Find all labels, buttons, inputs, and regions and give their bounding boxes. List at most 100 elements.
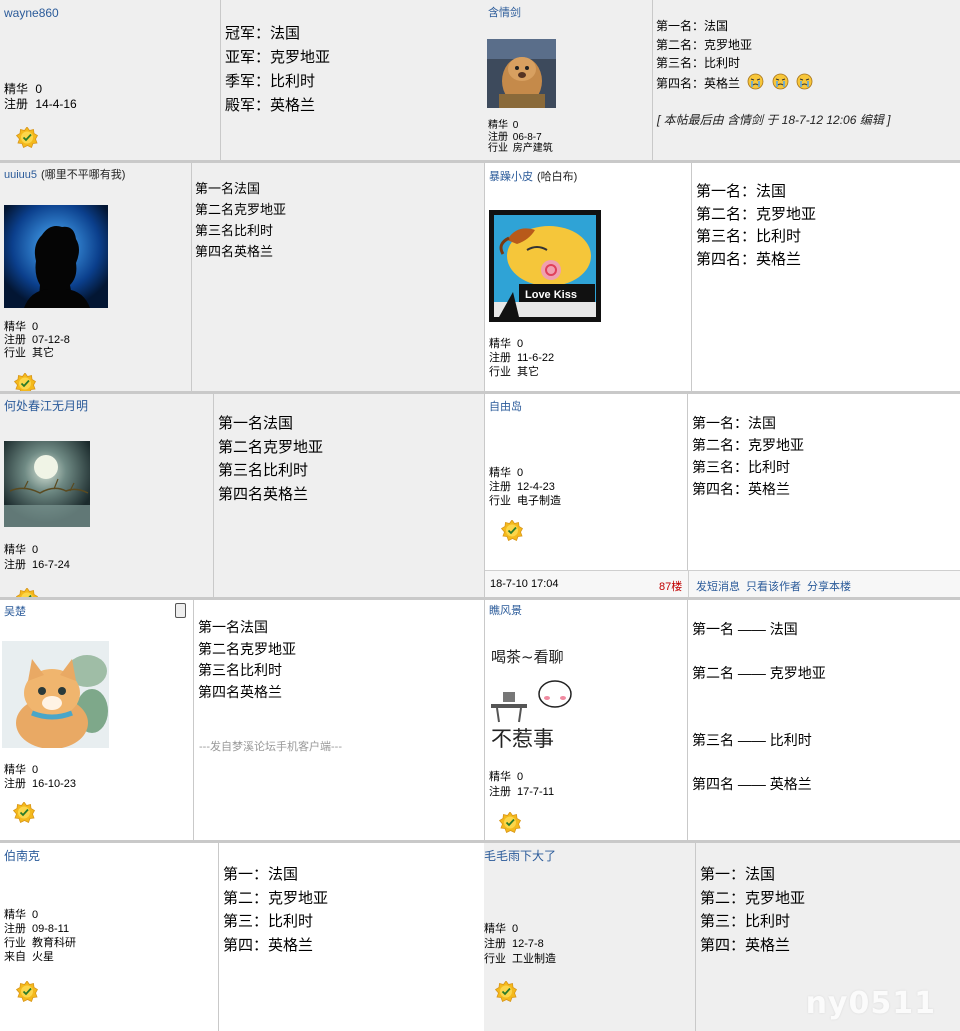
label-zhuce: 注册 xyxy=(4,778,26,790)
author-stats: 精华 0 注册 06-8-7 行业 房产建筑 xyxy=(488,120,553,155)
line-2: 第二名：克罗地亚 xyxy=(696,205,817,223)
post-text: 第一：法国 第二：克罗地亚 第三：比利时 第四：英格兰 xyxy=(700,863,805,957)
author-stats: 精华 0 注册 17-7-11 xyxy=(489,770,554,800)
hangye-value: 其它 xyxy=(517,366,539,378)
post-text: 第一：法国 第二：克罗地亚 第三：比利时 第四：英格兰 xyxy=(223,863,328,957)
avatar[interactable]: Love Kiss xyxy=(489,210,601,322)
post-text: 第一名法国 第二名克罗地亚 第三名比利时 第四名英格兰 xyxy=(195,178,286,262)
post-content: 第一名：法国 第二名：克罗地亚 第三名：比利时 第四名：英格兰 xyxy=(692,163,960,391)
line-1: 第一名：法国 xyxy=(656,19,729,33)
line-4: 第四名：英格兰 xyxy=(696,250,802,268)
username-link[interactable]: 瞧风景 xyxy=(489,602,522,618)
username-link[interactable]: 何处春江无月明 xyxy=(4,397,88,414)
line-4: 第四名 —— 英格兰 xyxy=(692,776,812,792)
medal-icon[interactable] xyxy=(13,372,37,391)
avatar[interactable] xyxy=(487,39,556,108)
label-jinghua: 精华 xyxy=(489,467,511,479)
post-content: 第一：法国 第二：克罗地亚 第三：比利时 第四：英格兰 ny0511 xyxy=(696,843,960,1031)
post-bonanke: 伯南克 精华 0 注册 09-8-11 行业 教育科研 来自 火星 第一：法国 第二：克… xyxy=(0,843,484,1031)
avatar[interactable]: 喝茶~看聊 不惹事 xyxy=(487,642,597,754)
crying-emoticon-icon xyxy=(772,73,789,96)
kitten-avatar-image xyxy=(2,641,109,748)
avatar[interactable] xyxy=(4,205,108,308)
username-link[interactable]: 伯南克 xyxy=(4,847,40,864)
author-stats: 精华 0 注册 11-6-22 行业 其它 xyxy=(489,337,554,379)
username-link[interactable]: wayne860 xyxy=(4,6,59,20)
label-laizi: 来自 xyxy=(4,951,26,963)
line-3: 第三名 —— 比利时 xyxy=(692,732,812,748)
medal-icon[interactable] xyxy=(15,980,39,1003)
label-jinghua: 精华 xyxy=(4,544,26,556)
label-zhuce: 注册 xyxy=(484,938,506,950)
line-4: 第四：英格兰 xyxy=(223,936,314,954)
mobile-client-icon xyxy=(175,603,186,618)
line-2: 第二名克罗地亚 xyxy=(198,640,296,657)
line-1: 第一：法国 xyxy=(700,866,776,883)
send-message-link[interactable]: 发短消息 xyxy=(696,578,740,594)
label-jinghua: 精华 xyxy=(4,764,26,776)
label-zhuce: 注册 xyxy=(4,559,26,571)
label-hangye: 行业 xyxy=(488,143,508,154)
jinghua-value: 0 xyxy=(32,764,39,776)
author-panel: 伯南克 精华 0 注册 09-8-11 行业 教育科研 来自 火星 xyxy=(0,843,219,1031)
medal-icon[interactable] xyxy=(15,126,39,149)
avatar[interactable] xyxy=(4,441,90,527)
label-zhuce: 注册 xyxy=(4,923,26,935)
post-wuchu: 吴楚 精华 0 注册 16-10-23 第一名法国 第二名克罗地亚 第三名比利时… xyxy=(0,600,484,840)
line-1: 第一名法国 xyxy=(195,181,261,196)
author-panel: uuiuu5 (哪里不平哪有我) 精华 0 注册 07-12-8 行业 其它 xyxy=(0,163,192,391)
line-3: 第三名：比利时 xyxy=(692,459,790,475)
avatar[interactable] xyxy=(2,641,109,748)
zhuce-value: 14-4-16 xyxy=(35,97,77,111)
zhuce-value: 11-6-22 xyxy=(517,352,555,364)
post-content: 第一名：法国 第二名：克罗地亚 第三名：比利时 第四名：英格兰 xyxy=(688,394,960,570)
hangye-value: 电子制造 xyxy=(517,495,561,507)
username-link[interactable]: 吴楚 xyxy=(4,603,26,619)
post-hechuchunjiang: 何处春江无月明 精华 0 注册 16-7-24 第一名法国 第二名克罗地亚 第三… xyxy=(0,394,484,598)
post-text: 第一名法国 第二名克罗地亚 第三名比利时 第四名英格兰 xyxy=(198,617,296,703)
line-2: 亚军：克罗地亚 xyxy=(225,49,331,66)
zhuce-value: 12-7-8 xyxy=(512,938,544,950)
jinghua-value: 0 xyxy=(517,771,524,783)
post-content: 第一：法国 第二：克罗地亚 第三：比利时 第四：英格兰 xyxy=(219,843,484,1031)
author-panel: 自由岛 精华 0 注册 12-4-23 行业 电子制造 xyxy=(485,394,688,570)
author-stats: 精华 0 注册 12-4-23 行业 电子制造 xyxy=(489,466,561,508)
line-2: 第二名：克罗地亚 xyxy=(692,437,804,453)
medal-icon[interactable] xyxy=(500,519,524,542)
medal-icon[interactable] xyxy=(498,811,522,834)
label-hangye: 行业 xyxy=(4,937,26,949)
medal-icon[interactable] xyxy=(12,801,36,824)
username-row: uuiuu5 (哪里不平哪有我) xyxy=(4,166,125,182)
post-footer: 18-7-10 17:04 87楼 发短消息 只看该作者 分享本楼 xyxy=(485,570,960,598)
zhuce-value: 07-12-8 xyxy=(32,334,70,346)
jinghua-value: 0 xyxy=(32,544,39,556)
line-4: 第四名英格兰 xyxy=(218,485,309,503)
username-link[interactable]: 毛毛雨下大了 xyxy=(484,847,556,864)
avatar-top-text: 喝茶~看聊 xyxy=(491,648,564,666)
username-link[interactable]: uuiuu5 xyxy=(4,169,37,181)
post-text: 第一名：法国 第二名：克罗地亚 第三名：比利时 第四名：英格兰 xyxy=(696,181,816,271)
share-floor-link[interactable]: 分享本楼 xyxy=(807,578,851,594)
only-author-link[interactable]: 只看该作者 xyxy=(746,578,801,594)
line-1: 第一名法国 xyxy=(198,619,268,635)
floor-number[interactable]: 87楼 xyxy=(659,578,682,594)
post-qiaofengjing: 瞧风景 喝茶~看聊 不惹事 精华 0 注册 17-7-11 第一名 —— 法国 第二… xyxy=(484,600,960,840)
author-panel: 吴楚 精华 0 注册 16-10-23 xyxy=(0,600,194,840)
edit-note: [ 本帖最后由 含情剑 于 18-7-12 12:06 编辑 ] xyxy=(657,113,891,127)
label-zhuce: 注册 xyxy=(488,131,508,143)
label-hangye: 行业 xyxy=(484,953,506,965)
author-stats: 精华 0 注册 07-12-8 行业 其它 xyxy=(4,321,70,360)
post-text: 第一名法国 第二名克罗地亚 第三名比利时 第四名英格兰 xyxy=(218,412,323,506)
post-hanqingjian: 含情剑 精华 0 注册 06-8-7 行业 房产建筑 第一名：法国 第二名：克罗… xyxy=(484,0,960,161)
user-title: (哪里不平哪有我) xyxy=(41,169,126,181)
author-panel: 毛毛雨下大了 精华 0 注册 12-7-8 行业 工业制造 xyxy=(484,843,696,1031)
jinghua-value: 0 xyxy=(32,909,39,921)
line-3: 第三：比利时 xyxy=(223,913,314,930)
author-stats: 精华 0 注册 14-4-16 xyxy=(4,82,77,112)
username-link[interactable]: 暴躁小皮 xyxy=(489,171,533,183)
username-link[interactable]: 含情剑 xyxy=(488,4,521,20)
line-1: 第一名：法国 xyxy=(696,183,787,200)
username-link[interactable]: 自由岛 xyxy=(489,398,522,414)
medal-icon[interactable] xyxy=(494,980,518,1003)
post-content: 第一名法国 第二名克罗地亚 第三名比利时 第四名英格兰 xyxy=(214,394,484,598)
